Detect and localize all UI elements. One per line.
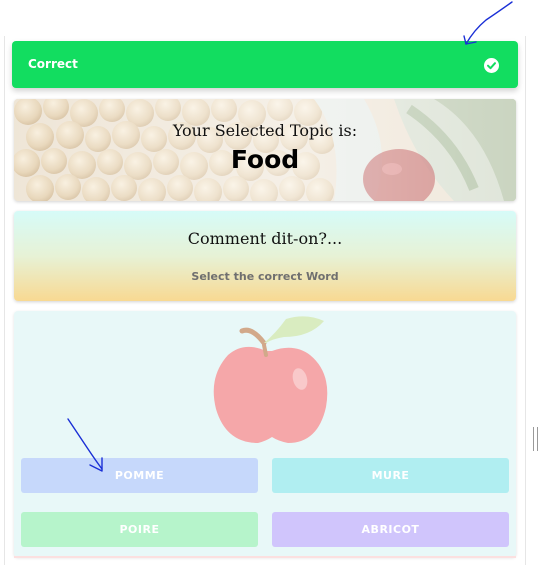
topic-name: Food <box>230 145 300 174</box>
option-poire-button[interactable]: POIRE <box>21 512 258 547</box>
topic-card: Your Selected Topic is: Food <box>14 99 516 201</box>
check-circle-icon[interactable] <box>484 58 499 73</box>
apple-icon <box>213 316 328 443</box>
question-card: Comment dit-on?... Select the correct Wo… <box>14 211 516 301</box>
page: Correct Your Selected Topic is: Food Com… <box>0 0 544 565</box>
toast-label: Correct <box>28 57 78 71</box>
answer-card: POMME MURE POIRE ABRICOT <box>14 311 516 557</box>
correct-toast: Correct <box>12 41 518 88</box>
question-prompt: Comment dit-on?... <box>187 229 343 248</box>
option-mure-button[interactable]: MURE <box>272 458 509 493</box>
topic-heading: Your Selected Topic is: <box>172 121 358 140</box>
option-pomme-button[interactable]: POMME <box>21 458 258 493</box>
card-divider <box>14 556 516 558</box>
scrollbar-handle[interactable] <box>533 427 538 451</box>
option-abricot-button[interactable]: ABRICOT <box>272 512 509 547</box>
question-instruction: Select the correct Word <box>191 270 339 283</box>
